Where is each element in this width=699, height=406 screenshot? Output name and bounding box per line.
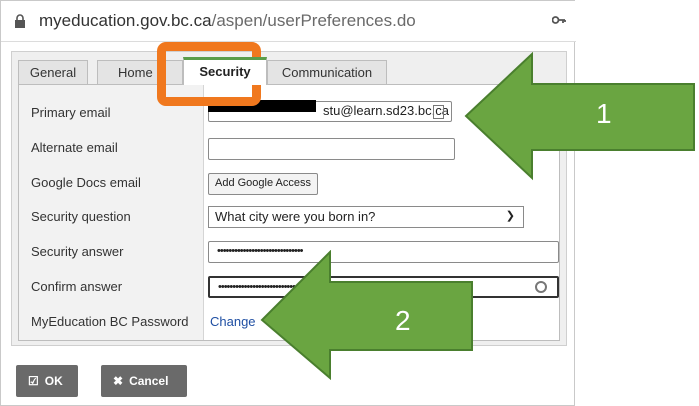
ok-button[interactable]: ☑ OK xyxy=(16,365,78,397)
arrow-1-number: 1 xyxy=(596,98,612,129)
security-question-select[interactable]: What city were you born in? ❯ xyxy=(208,206,524,228)
key-icon[interactable] xyxy=(552,15,566,25)
tab-security[interactable]: Security xyxy=(183,57,267,85)
security-answer-label: Security answer xyxy=(31,244,124,259)
close-icon: ✖ xyxy=(113,374,124,388)
tab-general[interactable]: General xyxy=(18,60,88,85)
security-answer-value: •••••••••••••••••••••••••••••• xyxy=(217,245,304,257)
ok-label: OK xyxy=(44,374,63,388)
primary-email-value: stu@learn.sd23.bc.ca xyxy=(323,103,449,118)
alternate-email-label: Alternate email xyxy=(31,140,118,155)
confirm-answer-field[interactable]: •••••••••••••••••••••••••••• xyxy=(208,276,559,298)
primary-email-label: Primary email xyxy=(31,105,111,120)
preferences-dialog: General Home Security Communication xyxy=(11,51,567,346)
google-docs-email-label: Google Docs email xyxy=(31,175,141,190)
tab-communication[interactable]: Communication xyxy=(267,60,387,85)
security-question-value: What city were you born in? xyxy=(215,209,376,224)
arrow-2-number: 2 xyxy=(395,305,411,336)
security-answer-field[interactable]: •••••••••••••••••••••••••••••• xyxy=(208,241,559,263)
cancel-button[interactable]: ✖ Cancel xyxy=(101,365,187,397)
checkbox-icon: ☑ xyxy=(28,374,39,388)
url-host: myeducation.gov.bc.ca xyxy=(39,11,212,30)
chevron-down-icon: ❯ xyxy=(505,210,515,222)
add-google-access-button[interactable]: Add Google Access xyxy=(208,173,319,195)
browser-window: myeducation.gov.bc.ca/aspen/userPreferen… xyxy=(0,0,576,406)
address-bar[interactable]: myeducation.gov.bc.ca/aspen/userPreferen… xyxy=(1,1,576,42)
security-question-label: Security question xyxy=(31,209,131,224)
alternate-email-field[interactable] xyxy=(208,138,455,160)
confirm-answer-label: Confirm answer xyxy=(31,279,123,294)
text-cursor-icon xyxy=(433,105,444,119)
lock-icon xyxy=(15,14,25,28)
cancel-label: Cancel xyxy=(129,374,169,388)
url-path: /aspen/userPreferences.do xyxy=(211,11,416,30)
change-password-link[interactable]: Change xyxy=(210,314,256,329)
url-text: myeducation.gov.bc.ca/aspen/userPreferen… xyxy=(39,11,416,31)
confirm-answer-value: •••••••••••••••••••••••••••• xyxy=(218,281,299,293)
redaction-bar xyxy=(208,100,316,112)
password-label: MyEducation BC Password xyxy=(31,314,189,329)
reveal-password-icon[interactable] xyxy=(535,281,547,293)
tab-home[interactable]: Home xyxy=(97,60,183,85)
